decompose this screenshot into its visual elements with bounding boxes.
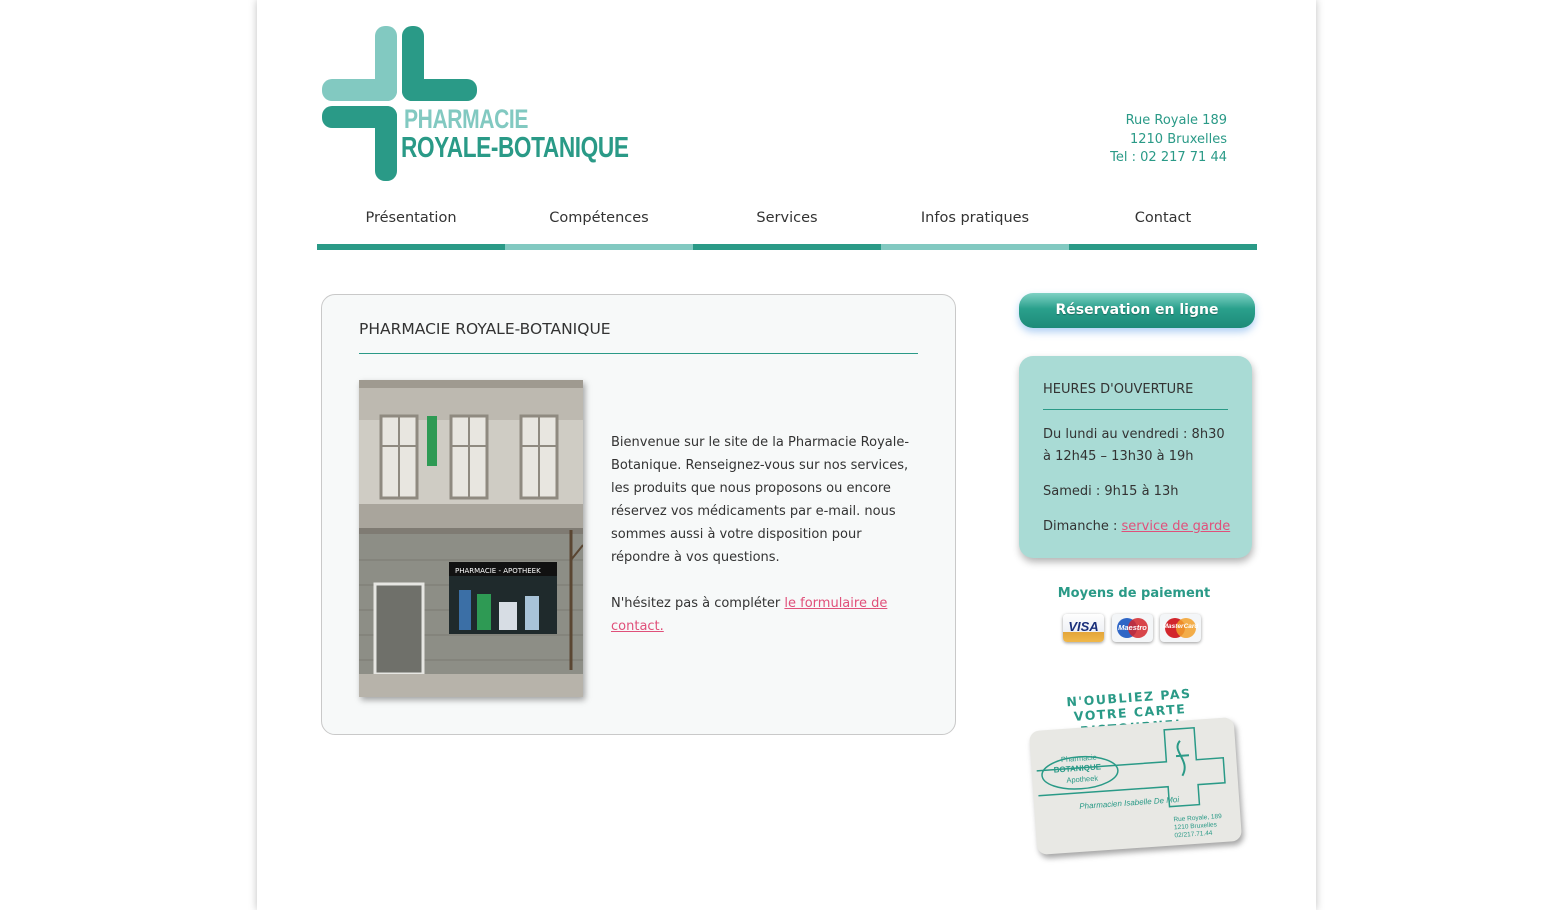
nav-item-competences[interactable]: Compétences [505, 200, 693, 250]
logo-text-pharmacie: PHARMACIE [404, 104, 529, 134]
page-title: PHARMACIE ROYALE-BOTANIQUE [359, 320, 611, 338]
intro-paragraph: Bienvenue sur le site de la Pharmacie Ro… [611, 435, 910, 565]
loyalty-card-image: Pharmacie BOTANIQUE Apotheek Pharmacien … [1028, 717, 1243, 855]
visa-card-icon: VISA [1063, 614, 1104, 642]
visa-label: VISA [1068, 619, 1099, 634]
opening-hours-divider [1043, 409, 1228, 410]
service-de-garde-link[interactable]: service de garde [1122, 519, 1231, 534]
nav-item-contact[interactable]: Contact [1069, 200, 1257, 250]
hours-sunday-prefix: Dimanche : [1043, 519, 1122, 534]
nav-item-infos-pratiques[interactable]: Infos pratiques [881, 200, 1069, 250]
maestro-card-icon: Maestro [1112, 614, 1153, 642]
mastercard-card-icon: MasterCard [1160, 614, 1201, 642]
address-city: 1210 Bruxelles [1129, 131, 1227, 147]
hours-saturday: Samedi : 9h15 à 13h [1043, 484, 1179, 499]
address-phone: Tel : 02 217 71 44 [1110, 150, 1227, 165]
title-divider [359, 353, 918, 354]
maestro-label: Maestro [1118, 623, 1147, 632]
hours-weekdays: Du lundi au vendredi : 8h30 à 12h45 – 13… [1043, 427, 1225, 464]
contact-prefix: N'hésitez pas à compléter [611, 596, 785, 611]
header-address: Rue Royale 189 1210 Bruxelles Tel : 02 2… [1110, 112, 1227, 168]
hours-sunday: Dimanche : service de garde [1043, 516, 1233, 538]
intro-text: Bienvenue sur le site de la Pharmacie Ro… [611, 431, 923, 661]
nav-item-services[interactable]: Services [693, 200, 881, 250]
opening-hours-title: HEURES D'OUVERTURE [1043, 382, 1194, 397]
address-street: Rue Royale 189 [1125, 113, 1227, 128]
pharmacy-storefront-photo: PHARMACIE - APOTHEEK [359, 380, 583, 697]
logo-text-royale-botanique: ROYALE-BOTANIQUE [401, 132, 629, 164]
nav-item-presentation[interactable]: Présentation [317, 200, 505, 250]
payment-methods-title: Moyens de paiement [1057, 586, 1211, 601]
mastercard-label: MasterCard [1162, 623, 1199, 630]
shop-sign: PHARMACIE - APOTHEEK [455, 567, 541, 575]
online-reservation-button[interactable]: Réservation en ligne [1019, 293, 1255, 328]
contact-paragraph: N'hésitez pas à compléter le formulaire … [611, 592, 923, 638]
main-nav: Présentation Compétences Services Infos … [317, 200, 1257, 250]
